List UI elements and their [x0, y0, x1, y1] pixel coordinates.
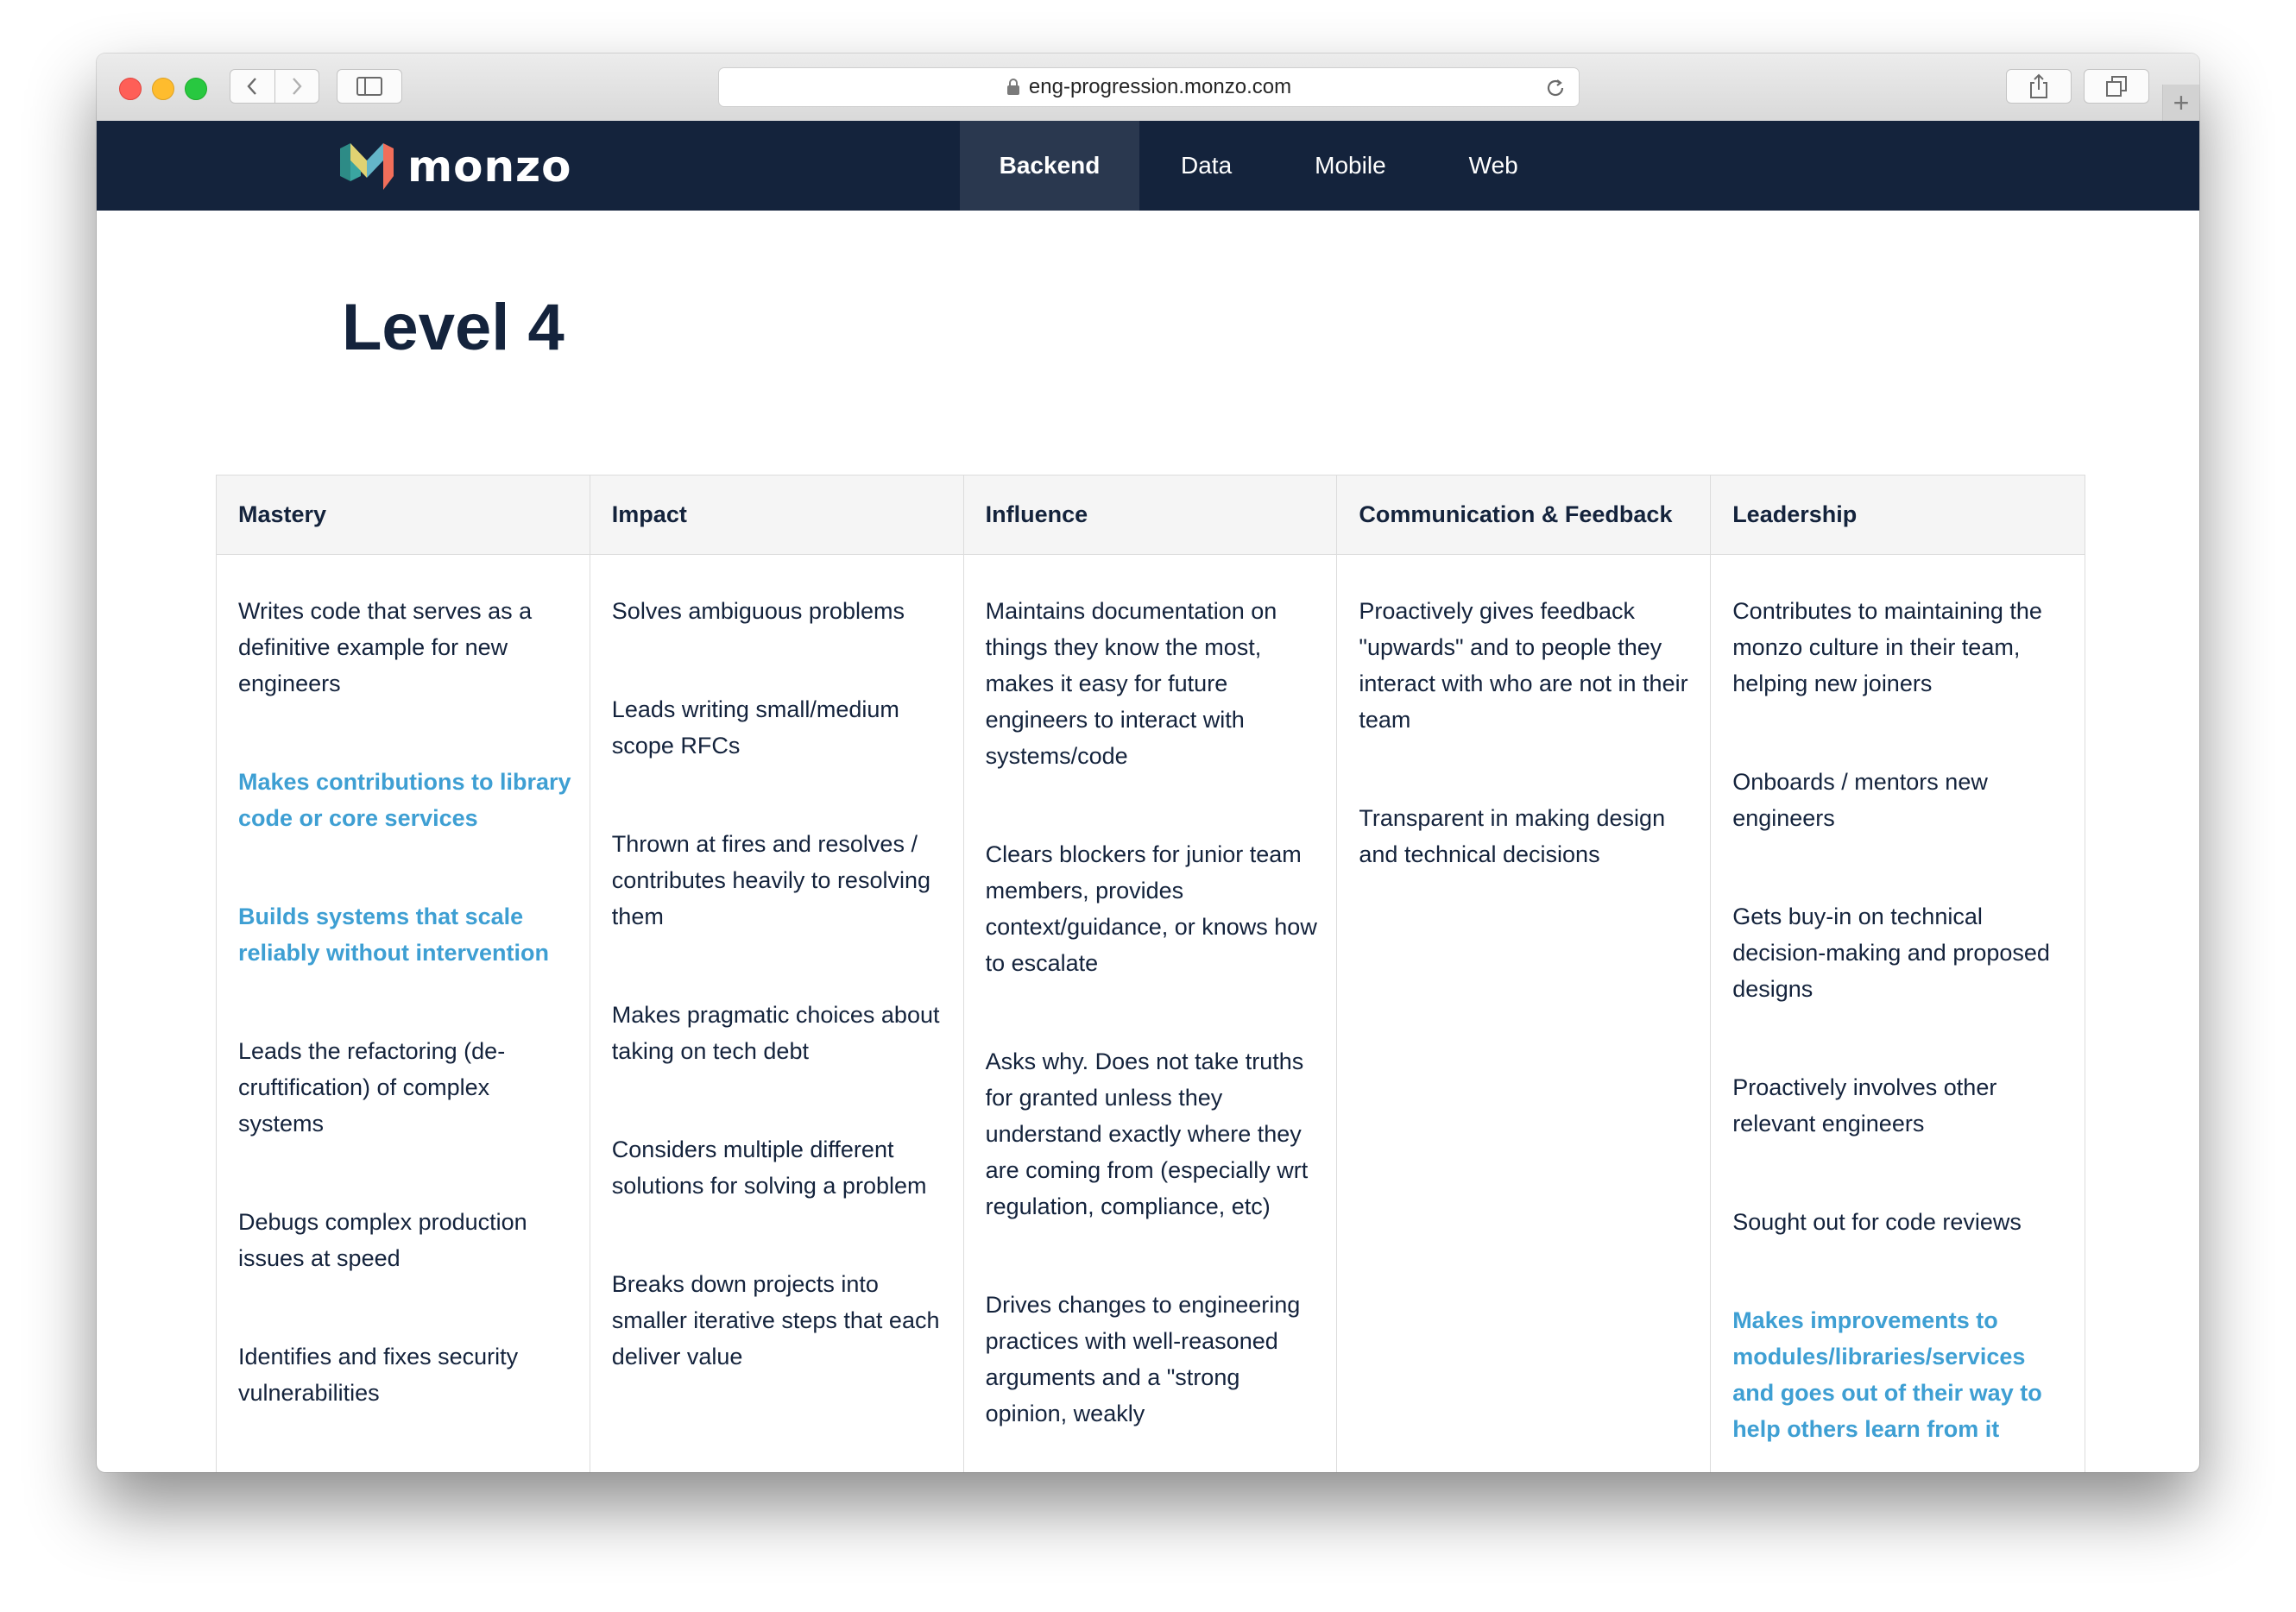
competency-item: Asks why. Does not take truths for grant…	[985, 1048, 1309, 1219]
column-leadership: Leadership Contributes to maintaining th…	[1711, 475, 2085, 1472]
browser-window: eng-progression.monzo.com + monzo Backen…	[97, 54, 2199, 1472]
logo-text: monzo	[407, 142, 572, 192]
progression-table: Mastery Writes code that serves as a def…	[216, 475, 2085, 1472]
chevron-right-icon	[292, 78, 302, 95]
main-nav: Backend Data Mobile Web	[960, 121, 1560, 211]
share-button[interactable]	[2006, 69, 2072, 104]
browser-toolbar: eng-progression.monzo.com +	[97, 54, 2199, 122]
column-header: Leadership	[1711, 475, 2085, 555]
competency-item: Makes pragmatic choices about taking on …	[611, 1002, 940, 1064]
back-button[interactable]	[230, 70, 274, 103]
column-impact: Impact Solves ambiguous problems Leads w…	[590, 475, 964, 1472]
zoom-window-button[interactable]	[185, 78, 207, 100]
column-communication-feedback: Communication & Feedback Proactively giv…	[1337, 475, 1712, 1472]
column-header: Influence	[963, 475, 1337, 555]
column-influence: Influence Maintains documentation on thi…	[963, 475, 1338, 1472]
competency-item: Breaks down projects into smaller iterat…	[611, 1271, 940, 1370]
lock-icon	[1006, 79, 1019, 95]
share-icon	[2030, 73, 2047, 98]
competency-item: Maintains documentation on things they k…	[985, 598, 1277, 769]
competency-item: Leads writing small/medium scope RFCs	[611, 696, 899, 759]
reload-icon[interactable]	[1544, 77, 1567, 99]
competency-item: Transparent in making design and technic…	[1359, 805, 1666, 867]
competency-item: Proactively involves other relevant engi…	[1732, 1074, 1997, 1137]
competency-item: Contributes to maintaining the monzo cul…	[1732, 598, 2042, 696]
address-bar[interactable]: eng-progression.monzo.com	[718, 67, 1580, 107]
competency-item: Considers multiple different solutions f…	[611, 1137, 927, 1199]
history-nav	[230, 69, 319, 104]
tabs-icon	[2106, 76, 2127, 97]
competency-item: Leads the refactoring (de-cruftification…	[238, 1038, 506, 1137]
chevron-left-icon	[247, 78, 257, 95]
column-header: Impact	[590, 475, 963, 555]
column-mastery: Mastery Writes code that serves as a def…	[217, 475, 590, 1472]
competency-item: Sought out for code reviews	[1732, 1209, 2022, 1235]
page-content: Level 4 Mastery Writes code that serves …	[97, 211, 2199, 1472]
competency-item-highlighted: Builds systems that scale reliably witho…	[238, 904, 550, 966]
competency-item-highlighted: Makes improvements to modules/libraries/…	[1732, 1307, 2042, 1442]
tabs-overview-button[interactable]	[2084, 69, 2149, 104]
site-header: monzo Backend Data Mobile Web	[97, 121, 2199, 211]
monzo-logo[interactable]: monzo	[338, 142, 572, 192]
nav-tab-backend[interactable]: Backend	[960, 121, 1139, 211]
forward-button[interactable]	[274, 70, 319, 103]
close-window-button[interactable]	[119, 78, 142, 100]
competency-item: Identifies and fixes security vulnerabil…	[238, 1344, 519, 1406]
page-title: Level 4	[342, 291, 565, 364]
competency-item: Solves ambiguous problems	[611, 598, 905, 624]
new-tab-button[interactable]: +	[2162, 85, 2199, 121]
competency-item: Thrown at fires and resolves / contribut…	[611, 831, 930, 929]
sidebar-icon	[356, 77, 382, 96]
nav-tab-data[interactable]: Data	[1139, 121, 1273, 211]
competency-item: Onboards / mentors new engineers	[1732, 769, 1988, 831]
competency-item-highlighted: Makes contributions to library code or c…	[238, 769, 571, 831]
competency-item: Writes code that serves as a definitive …	[238, 598, 533, 696]
competency-item: Proactively gives feedback "upwards" and…	[1359, 598, 1688, 733]
competency-item: Gets buy-in on technical decision-making…	[1732, 904, 2050, 1002]
sidebar-toggle-button[interactable]	[337, 69, 402, 104]
minimize-window-button[interactable]	[152, 78, 174, 100]
url-text: eng-progression.monzo.com	[1028, 75, 1292, 98]
column-header: Communication & Feedback	[1337, 475, 1711, 555]
competency-item: Debugs complex production issues at spee…	[238, 1209, 527, 1271]
column-header: Mastery	[217, 475, 590, 555]
nav-tab-mobile[interactable]: Mobile	[1273, 121, 1427, 211]
competency-item: Clears blockers for junior team members,…	[985, 841, 1317, 976]
competency-item: Drives changes to engineering practices …	[985, 1292, 1301, 1426]
monzo-m-icon	[340, 143, 394, 190]
nav-tab-web[interactable]: Web	[1428, 121, 1560, 211]
